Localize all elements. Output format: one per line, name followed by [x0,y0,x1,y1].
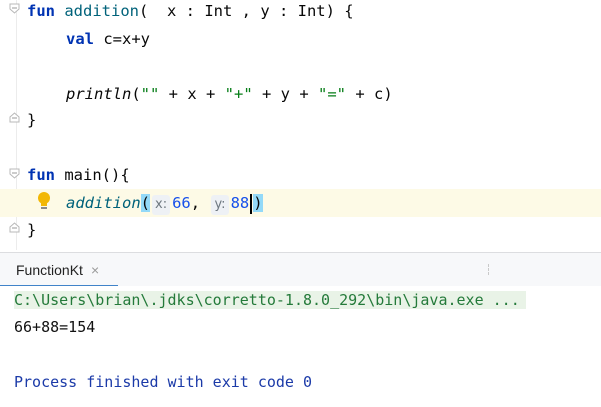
code-expression: + y + [252,85,318,103]
println-call: println [66,85,132,103]
comma: , [190,194,201,212]
code-line-9: } [27,221,37,239]
java-command[interactable]: C:\Users\brian\.jdks\corretto-1.8.0_292\… [14,291,526,309]
fold-start-icon[interactable] [9,168,20,179]
close-icon[interactable]: × [91,262,99,278]
addition-call: addition [66,194,141,212]
function-params: ( x : Int , y : Int) { [139,2,354,20]
keyword-val: val [66,30,94,48]
string-literal: "=" [318,85,346,103]
code-line-4: println("" + x + "+" + y + "=" + c) [66,80,393,108]
code-expression: + x + [159,85,225,103]
fold-start-icon[interactable] [9,3,20,14]
main-declaration: main(){ [64,166,130,184]
code-line-2: val c=x+y [66,25,150,53]
code-expression: + c) [346,85,393,103]
argument-value: 88 [230,194,250,212]
code-editor[interactable]: fun addition( x : Int , y : Int) { val c… [0,0,601,250]
console-program-output: 66+88=154 [14,318,96,336]
argument-value: 66 [172,194,191,212]
code-line-5: } [27,111,37,129]
string-literal: "" [140,85,160,103]
param-hint-y: y: [211,195,229,215]
matched-paren-close: ) [253,194,263,212]
splitter-handle[interactable] [488,264,490,275]
console-exit-message: Process finished with exit code 0 [14,373,313,391]
code-line-1: fun addition( x : Int , y : Int) { [27,0,354,25]
code-expression: c=x+y [103,30,151,48]
fold-end-icon[interactable] [9,112,20,123]
run-tool-window-tabs: FunctionKt × [0,252,601,287]
tab-functionkt[interactable]: FunctionKt × [0,253,107,286]
param-hint-x: x: [152,195,171,215]
fold-end-icon[interactable] [9,222,20,233]
console-command-line[interactable]: C:\Users\brian\.jdks\corretto-1.8.0_292\… [14,287,526,313]
keyword-fun: fun [27,2,55,20]
lightbulb-icon[interactable] [36,191,52,213]
matched-paren-open: ( [140,194,150,212]
console-output[interactable]: C:\Users\brian\.jdks\corretto-1.8.0_292\… [0,286,601,407]
function-name: addition [64,2,139,20]
string-literal: "+" [224,85,253,103]
code-line-8-current[interactable]: addition(x: 66, y: 88) [0,189,601,217]
code-line-7: fun main(){ [27,161,130,189]
keyword-fun: fun [27,166,55,184]
tab-label: FunctionKt [16,261,83,278]
paren: ( [131,85,141,103]
text-caret [250,193,253,214]
